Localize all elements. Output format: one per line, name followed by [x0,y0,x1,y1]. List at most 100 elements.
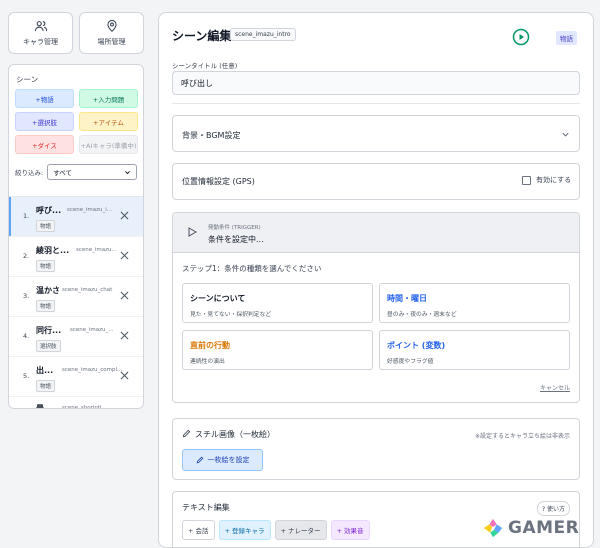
add-input-button[interactable]: +入力問題 [79,89,138,108]
option-description: 好感度やフラグ値 [387,359,434,365]
scene-title: 同行... [36,326,62,335]
still-image-section: スチル画像（一枚絵） ※設定するとキャラ立ち絵は非表示 一枚絵を設定 [172,418,580,480]
filter-value: すべて [53,169,72,177]
scene-type-badge: 物語 [556,31,577,45]
bgm-settings-title: 背景・BGM設定 [182,131,241,140]
add-item-button[interactable]: +アイテム [79,112,138,131]
option-title: ポイント (変数) [387,341,446,350]
set-still-image-button[interactable]: 一枚絵を設定 [182,449,263,471]
add-story-button[interactable]: +物語 [15,89,74,108]
filter-select[interactable]: すべて [47,164,137,180]
option-title: 直前の行動 [190,341,230,350]
bgm-settings-section[interactable]: 背景・BGM設定 [172,115,580,152]
list-item[interactable]: 2. 綾羽と... scene_imazu... 物語 [9,237,143,277]
condition-variable-option[interactable]: ポイント (変数) 好感度やフラグ値 [379,330,570,370]
text-edit-title: テキスト編集 [182,503,230,512]
add-registered-character-button[interactable]: + 登録キャラ [218,520,271,540]
close-icon[interactable] [120,251,129,260]
gamer-logo-icon [483,518,503,538]
divider [172,103,580,104]
scene-panel-title: シーン [16,75,39,84]
character-management-label: キャラ管理 [23,38,58,46]
scene-type-tag: 物語 [36,220,56,232]
scene-number: 2. [23,252,30,260]
add-dice-button[interactable]: +ダイス [15,135,74,154]
scene-number: 1. [23,212,30,220]
scene-type-tag: 物語 [36,260,56,272]
gps-enable-checkbox[interactable] [522,176,531,185]
scene-filter: 絞り込み: すべて [9,154,143,180]
list-item[interactable]: 5. 出... scene_imazu_compl... 物語 [9,357,143,397]
add-narrator-button[interactable]: + ナレーター [274,520,327,540]
list-item[interactable]: 最 scene_shorinti_... [9,397,143,408]
scene-number: 4. [23,332,30,340]
trigger-header[interactable]: 発動条件 (TRIGGER) 条件を設定中... [173,213,579,253]
scene-title: 呼び... [36,206,62,215]
condition-scene-option[interactable]: シーンについて 見た・見てない・採択判定など [182,283,373,323]
scene-id-badge: scene_imazu_intro [230,28,296,41]
pencil-icon [182,429,191,438]
gps-settings-title: 位置情報設定 (GPS) [182,177,255,186]
close-icon[interactable] [120,331,129,340]
scene-id: scene_imazu_compl... [62,367,123,373]
scene-id: scene_imazu_... [70,327,114,333]
condition-action-option[interactable]: 直前の行動 連続性の演出 [182,330,373,370]
still-image-note: ※設定するとキャラ立ち絵は非表示 [474,433,570,440]
gps-enable-label: 有効にする [536,176,572,184]
close-icon[interactable] [120,291,129,300]
option-description: 見た・見てない・採択判定など [190,312,272,318]
trigger-label: 発動条件 (TRIGGER) [208,225,261,231]
add-sound-effect-button[interactable]: + 効果音 [330,520,370,540]
add-dialogue-button[interactable]: + 会話 [182,520,215,540]
close-icon[interactable] [120,371,129,380]
play-outline-icon [188,227,197,237]
scene-id: scene_imazu_i... [67,207,113,213]
scene-title: 最 [36,403,44,408]
location-management-label: 場所管理 [97,38,126,46]
chevron-down-icon [125,170,130,174]
add-choice-button[interactable]: +選択肢 [15,112,74,131]
chevron-down-icon [562,132,569,137]
cancel-link[interactable]: キャンセル [540,383,570,392]
scene-type-tag: 物語 [36,300,56,312]
condition-time-option[interactable]: 時間・曜日 昼のみ・夜のみ・週末など [379,283,570,323]
character-management-button[interactable]: キャラ管理 [8,12,73,54]
text-add-buttons: + 会話 + 登録キャラ + ナレーター + 効果音 [182,520,370,540]
map-pin-icon [106,19,117,32]
scene-editor: シーン編集 scene_imazu_intro 物語 シーンタイトル (任意) … [158,12,594,548]
scene-number: 3. [23,292,30,300]
page-title: シーン編集 [172,29,232,43]
gps-settings-section: 位置情報設定 (GPS) 有効にする [172,163,580,200]
scene-id: scene_imazu_chat [62,287,113,293]
gamer-watermark: GAMER [482,517,579,539]
trigger-status: 条件を設定中... [208,235,264,244]
scene-title-label: シーンタイトル (任意) [172,62,238,70]
location-management-button[interactable]: 場所管理 [79,12,144,54]
scene-panel: シーン +物語 +入力問題 +選択肢 +アイテム +ダイス +AIキャラ(準備中… [8,64,144,409]
list-item[interactable]: 4. 同行... scene_imazu_... 選択肢 [9,317,143,357]
still-image-title: スチル画像（一枚絵） [195,430,275,439]
list-item[interactable]: 3. 温かさ scene_imazu_chat 物語 [9,277,143,317]
users-icon [34,21,47,32]
list-item[interactable]: 1. 呼び... scene_imazu_i... 物語 [9,197,143,237]
trigger-section: 発動条件 (TRIGGER) 条件を設定中... ステップ1：条件の種類を選んで… [172,212,580,403]
top-buttons: キャラ管理 場所管理 [8,12,144,54]
play-icon[interactable] [512,28,530,46]
scene-title: 出... [36,366,54,375]
pencil-icon [196,456,203,464]
add-scene-buttons: +物語 +入力問題 +選択肢 +アイテム +ダイス +AIキャラ(準備中) [9,89,143,154]
scene-type-tag: 物語 [36,380,56,392]
scene-id: scene_shorinti_... [62,405,110,408]
close-icon[interactable] [120,211,129,220]
scene-id: scene_imazu... [76,247,117,253]
scene-title: 温かさ [36,286,60,295]
scene-title-input[interactable]: 呼び出し [172,71,580,95]
set-still-image-label: 一枚絵を設定 [207,456,250,464]
scene-number: 5. [23,372,30,380]
option-title: 時間・曜日 [387,294,427,303]
trigger-step-text: ステップ1：条件の種類を選んでください [182,264,322,273]
filter-label: 絞り込み: [15,169,44,177]
scene-list: 1. 呼び... scene_imazu_i... 物語 2. 綾羽と... s… [9,196,143,408]
scene-type-tag: 選択肢 [36,340,61,352]
help-button[interactable]: ? 使い方 [536,501,570,516]
